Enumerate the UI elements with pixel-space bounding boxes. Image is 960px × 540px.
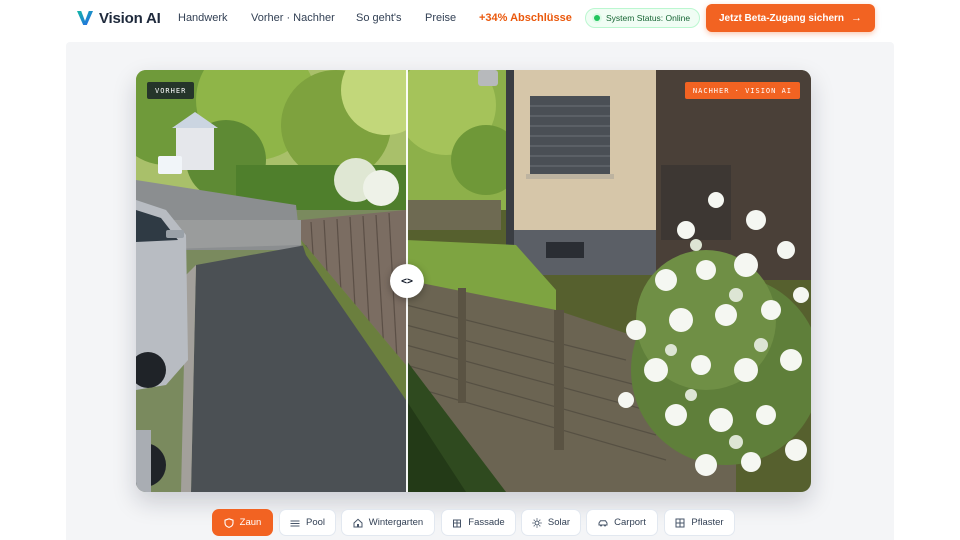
- category-chip-fassade[interactable]: Fassade: [441, 509, 516, 536]
- arrow-right-icon: →: [851, 12, 863, 24]
- category-chip-carport[interactable]: Carport: [586, 509, 658, 536]
- category-label: Pflaster: [691, 517, 724, 528]
- drag-arrows-icon: <>: [400, 275, 414, 287]
- category-label: Carport: [614, 517, 646, 528]
- nav-link-so-gehts[interactable]: So geht's: [356, 12, 402, 24]
- after-photo: [406, 70, 811, 492]
- beta-access-label: Jetzt Beta-Zugang sichern: [718, 12, 845, 24]
- status-online-dot-icon: [594, 15, 600, 21]
- before-label: VORHER: [147, 82, 195, 99]
- category-chip-wintergarten[interactable]: Wintergarten: [341, 509, 435, 536]
- top-navigation: Vision AI Handwerk Vorher · Nachher So g…: [0, 0, 960, 38]
- car-icon: [598, 519, 608, 526]
- shield-icon: [224, 517, 234, 528]
- category-label: Fassade: [468, 517, 505, 528]
- grid-icon: [675, 518, 685, 527]
- before-after-comparison[interactable]: <> VORHER NACHHER · VISION AI: [136, 70, 811, 492]
- category-chip-pool[interactable]: Pool: [279, 509, 336, 536]
- before-photo: [136, 70, 406, 492]
- brand-name: Vision AI: [99, 9, 161, 27]
- category-chip-solar[interactable]: Solar: [521, 509, 581, 536]
- nav-link-handwerk[interactable]: Handwerk: [178, 12, 228, 24]
- vision-v-icon: [77, 11, 93, 25]
- category-chip-zaun[interactable]: Zaun: [212, 509, 273, 536]
- waves-icon: [290, 520, 300, 526]
- system-status-text: System Status: Online: [606, 13, 691, 23]
- brand-logo[interactable]: Vision AI: [76, 8, 161, 28]
- nav-link-vorher-nachher[interactable]: Vorher · Nachher: [251, 12, 335, 24]
- nav-link-preise[interactable]: Preise: [425, 12, 456, 24]
- beta-access-button[interactable]: Jetzt Beta-Zugang sichern →: [706, 4, 875, 32]
- nav-link-abschluesse[interactable]: +34% Abschlüsse: [479, 12, 572, 24]
- category-label: Wintergarten: [368, 517, 424, 528]
- category-label: Zaun: [239, 517, 262, 528]
- system-status-badge: System Status: Online: [585, 8, 701, 28]
- building-icon: [453, 519, 462, 527]
- sun-icon: [532, 517, 542, 528]
- after-label: NACHHER · VISION AI: [684, 82, 800, 99]
- category-label: Solar: [547, 517, 571, 528]
- comparison-drag-handle[interactable]: <>: [390, 264, 424, 298]
- category-label: Pool: [305, 517, 325, 528]
- category-chip-pflaster[interactable]: Pflaster: [664, 509, 735, 536]
- house-icon: [353, 518, 363, 527]
